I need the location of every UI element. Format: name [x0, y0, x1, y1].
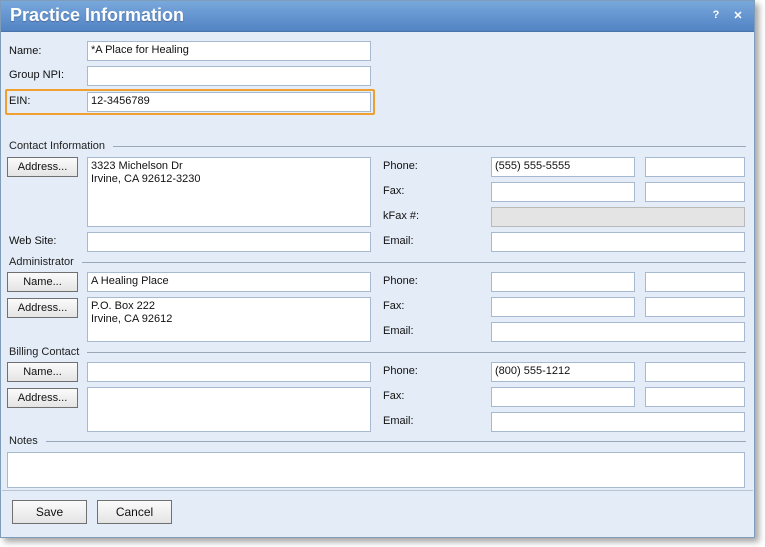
billing-fax-label: Fax:	[383, 390, 405, 402]
contact-fax-label: Fax:	[383, 185, 405, 197]
administrator-email-label: Email:	[383, 325, 414, 337]
administrator-address-button[interactable]: Address...	[7, 298, 78, 318]
group-npi-label: Group NPI:	[9, 69, 65, 81]
billing-fax-ext-field[interactable]	[645, 387, 745, 407]
billing-phone-field[interactable]: (800) 555-1212	[491, 362, 635, 382]
contact-phone-label: Phone:	[383, 160, 418, 172]
address-line-1: P.O. Box 222	[91, 300, 156, 312]
practice-information-dialog: Practice Information ? ✕ Name: *A Place …	[0, 0, 755, 538]
administrator-phone-label: Phone:	[383, 275, 418, 287]
billing-address-button[interactable]: Address...	[7, 388, 78, 408]
contact-phone-ext-field[interactable]	[645, 157, 745, 177]
contact-fax-ext-field[interactable]	[645, 182, 745, 202]
kfax-label: kFax #:	[383, 210, 420, 222]
footer-divider	[2, 490, 753, 491]
administrator-name-field[interactable]: A Healing Place	[87, 272, 371, 292]
administrator-fax-ext-field[interactable]	[645, 297, 745, 317]
billing-phone-ext-field[interactable]	[645, 362, 745, 382]
dialog-title: Practice Information	[10, 5, 185, 25]
billing-name-field[interactable]	[87, 362, 371, 382]
cancel-button[interactable]: Cancel	[97, 500, 172, 524]
name-label: Name:	[9, 45, 42, 57]
contact-fax-field[interactable]	[491, 182, 635, 202]
administrator-address-box[interactable]: P.O. Box 222 Irvine, CA 92612	[87, 297, 371, 342]
contact-address-box[interactable]: 3323 Michelson Dr Irvine, CA 92612-3230	[87, 157, 371, 227]
administrator-phone-field[interactable]	[491, 272, 635, 292]
contact-information-title: Contact Information	[9, 140, 105, 152]
address-line-1: 3323 Michelson Dr	[91, 160, 183, 172]
administrator-header: Administrator	[9, 256, 746, 268]
administrator-email-field[interactable]	[491, 322, 745, 342]
notes-title: Notes	[9, 435, 38, 447]
website-field[interactable]	[87, 232, 371, 252]
administrator-fax-field[interactable]	[491, 297, 635, 317]
address-line-2: Irvine, CA 92612-3230	[91, 173, 201, 185]
kfax-field	[491, 207, 745, 227]
contact-information-header: Contact Information	[9, 140, 746, 152]
administrator-fax-label: Fax:	[383, 300, 405, 312]
practice-name-field[interactable]: *A Place for Healing	[87, 41, 371, 61]
address-line-2: Irvine, CA 92612	[91, 313, 173, 325]
billing-address-box[interactable]	[87, 387, 371, 432]
billing-email-label: Email:	[383, 415, 414, 427]
ein-label: EIN:	[9, 95, 31, 107]
billing-email-field[interactable]	[491, 412, 745, 432]
billing-phone-label: Phone:	[383, 365, 418, 377]
website-label: Web Site:	[9, 235, 57, 247]
save-button[interactable]: Save	[12, 500, 87, 524]
billing-fax-field[interactable]	[491, 387, 635, 407]
administrator-name-button[interactable]: Name...	[7, 272, 78, 292]
contact-phone-field[interactable]: (555) 555-5555	[491, 157, 635, 177]
notes-textarea[interactable]	[7, 452, 745, 488]
billing-contact-header: Billing Contact	[9, 346, 746, 358]
billing-name-button[interactable]: Name...	[7, 362, 78, 382]
close-icon[interactable]: ✕	[731, 9, 745, 22]
administrator-title: Administrator	[9, 256, 74, 268]
contact-email-field[interactable]	[491, 232, 745, 252]
notes-header: Notes	[9, 435, 746, 447]
help-icon[interactable]: ?	[709, 9, 723, 21]
administrator-phone-ext-field[interactable]	[645, 272, 745, 292]
contact-email-label: Email:	[383, 235, 414, 247]
ein-field[interactable]: 12-3456789	[87, 92, 371, 112]
contact-address-button[interactable]: Address...	[7, 157, 78, 177]
billing-contact-title: Billing Contact	[9, 346, 80, 358]
group-npi-field[interactable]	[87, 66, 371, 86]
title-bar: Practice Information ? ✕	[1, 1, 754, 32]
